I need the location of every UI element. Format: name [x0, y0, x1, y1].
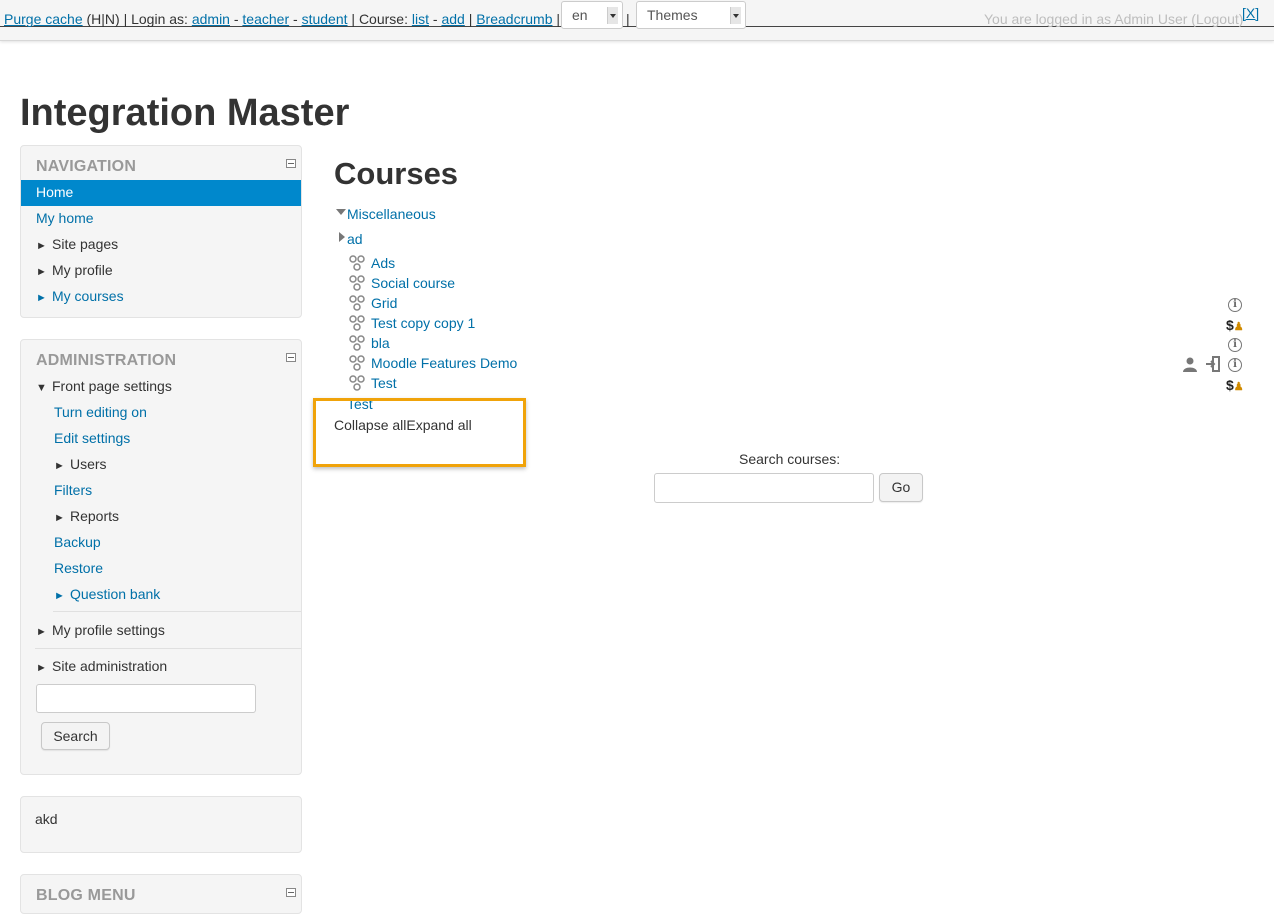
info-icon[interactable]: i: [1228, 338, 1242, 352]
navigation-block: NAVIGATION Home My home ► Site pages ► My …: [20, 145, 302, 318]
expand-all-link[interactable]: Expand all: [406, 417, 471, 433]
search-courses-input[interactable]: [654, 473, 874, 503]
expand-arrow-icon: ►: [54, 590, 65, 602]
expand-arrow-icon: ►: [36, 266, 47, 278]
course-icon: [349, 335, 365, 351]
course-link[interactable]: Ads: [371, 255, 395, 271]
search-courses-label: Search courses:: [739, 451, 841, 467]
admin-item-question-bank[interactable]: ► Question bank: [54, 586, 160, 602]
language-select[interactable]: en: [561, 1, 623, 29]
login-as-label: Login as:: [131, 11, 188, 27]
admin-item-front-page-settings[interactable]: ▼ Front page settings: [36, 378, 172, 394]
expand-arrow-icon: ►: [54, 512, 65, 524]
expand-arrow-icon: ►: [36, 292, 47, 304]
breadcrumb-link[interactable]: Breadcrumb: [476, 11, 552, 27]
admin-item-turn-editing-on[interactable]: Turn editing on: [54, 404, 147, 420]
course-link[interactable]: Test copy copy 1: [371, 315, 475, 331]
course-list-link[interactable]: list: [412, 11, 429, 27]
login-as-teacher-link[interactable]: teacher: [242, 11, 289, 27]
course-icon: [349, 375, 365, 391]
nav-item-my-profile[interactable]: ► My profile: [36, 262, 113, 278]
chevron-down-icon: [607, 7, 618, 24]
course-link[interactable]: Test: [371, 375, 397, 391]
nav-item-my-courses[interactable]: ► My courses: [36, 288, 124, 304]
self-enrol-icon: [1205, 356, 1221, 375]
administration-block: ADMINISTRATION ▼ Front page settings Turn…: [20, 339, 302, 775]
login-as-student-link[interactable]: student: [302, 11, 348, 27]
course-link[interactable]: Grid: [371, 295, 397, 311]
category-collapsed-icon[interactable]: [339, 232, 345, 242]
info-icon[interactable]: i: [1228, 298, 1242, 312]
logged-in-info[interactable]: You are logged in as Admin User (Logout): [984, 11, 1243, 27]
expand-arrow-icon: ►: [54, 460, 65, 472]
paypal-enrol-icon: $♟: [1226, 317, 1244, 333]
admin-search-button[interactable]: Search: [41, 722, 110, 750]
collapse-block-icon[interactable]: [286, 159, 296, 168]
collapse-all-link[interactable]: Collapse all: [334, 417, 406, 433]
go-button[interactable]: Go: [879, 473, 923, 502]
course-icon: [349, 315, 365, 331]
admin-search-input[interactable]: [36, 684, 256, 713]
admin-item-site-administration[interactable]: ► Site administration: [36, 658, 167, 674]
guest-access-icon: [1182, 356, 1198, 375]
administration-block-title: ADMINISTRATION: [36, 352, 177, 369]
toolbar-links: Purge cache (H|N) | Login as: admin - te…: [4, 11, 561, 27]
collapse-expand-controls: Collapse allExpand all: [334, 417, 472, 433]
section-divider: [35, 648, 301, 649]
admin-item-restore[interactable]: Restore: [54, 560, 103, 576]
themes-select[interactable]: Themes: [636, 1, 746, 29]
course-link[interactable]: Moodle Features Demo: [371, 355, 517, 371]
expand-arrow-icon: ►: [36, 240, 47, 252]
nav-item-home[interactable]: Home: [21, 180, 301, 206]
category-expanded-icon[interactable]: [336, 209, 346, 215]
courses-heading: Courses: [334, 156, 459, 191]
course-label: Course:: [358, 11, 408, 27]
text-block-content: akd: [35, 811, 58, 827]
blog-menu-title: BLOG MENU: [36, 887, 136, 904]
expand-arrow-icon: ►: [36, 662, 47, 674]
close-toolbar-link[interactable]: [X]: [1242, 5, 1259, 21]
collapse-block-icon[interactable]: [286, 353, 296, 362]
nav-item-my-home[interactable]: My home: [36, 210, 94, 226]
category-ad[interactable]: ad: [347, 231, 363, 247]
developer-toolbar: Purge cache (H|N) | Login as: admin - te…: [0, 0, 1274, 41]
course-icon: [349, 255, 365, 271]
admin-item-edit-settings[interactable]: Edit settings: [54, 430, 130, 446]
course-add-link[interactable]: add: [441, 11, 464, 27]
admin-item-users[interactable]: ► Users: [54, 456, 107, 472]
hide-toggle[interactable]: (H|N): [87, 11, 120, 27]
info-icon[interactable]: i: [1228, 358, 1242, 372]
admin-item-filters[interactable]: Filters: [54, 482, 92, 498]
text-block: akd: [20, 796, 302, 853]
admin-item-my-profile-settings[interactable]: ► My profile settings: [36, 622, 165, 638]
login-as-admin-link[interactable]: admin: [192, 11, 230, 27]
site-title: Integration Master: [20, 92, 350, 134]
category-miscellaneous[interactable]: Miscellaneous: [347, 206, 436, 222]
section-divider: [53, 611, 301, 612]
paypal-enrol-icon: $♟: [1226, 377, 1244, 393]
course-icon: [349, 295, 365, 311]
admin-item-reports[interactable]: ► Reports: [54, 508, 119, 524]
collapse-arrow-icon: ▼: [36, 382, 47, 394]
course-link[interactable]: Social course: [371, 275, 455, 291]
nav-item-site-pages[interactable]: ► Site pages: [36, 236, 118, 252]
purge-cache-link[interactable]: Purge cache: [4, 11, 83, 27]
expand-arrow-icon: ►: [36, 626, 47, 638]
course-icon: [349, 275, 365, 291]
chevron-down-icon: [730, 7, 741, 24]
admin-item-backup[interactable]: Backup: [54, 534, 101, 550]
blog-menu-block: BLOG MENU: [20, 874, 302, 914]
navigation-block-title: NAVIGATION: [36, 158, 137, 175]
course-icon: [349, 355, 365, 371]
course-link[interactable]: bla: [371, 335, 390, 351]
